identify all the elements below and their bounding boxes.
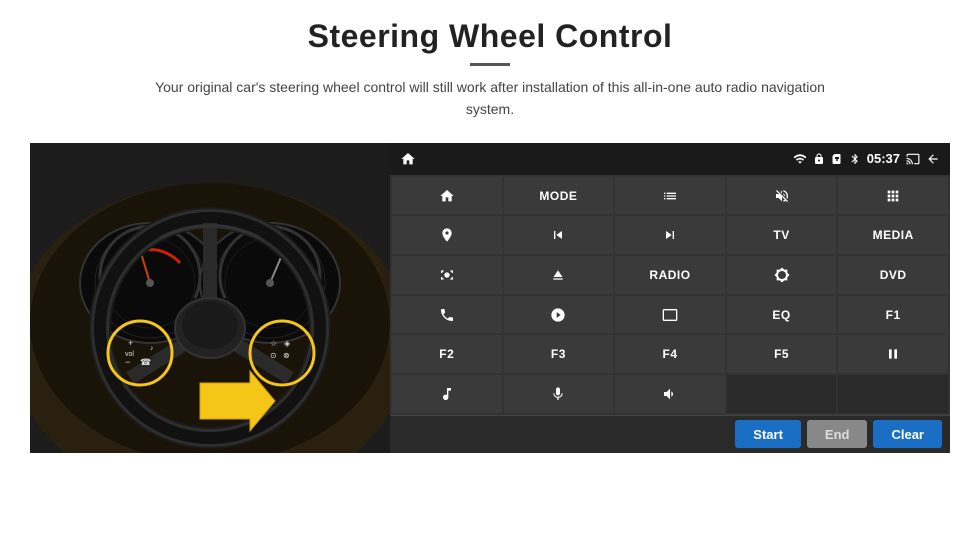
svg-text:−: − [125,357,130,367]
btn-nav2[interactable] [504,296,614,334]
btn-media[interactable]: MEDIA [838,216,948,254]
action-bar: Start End Clear [390,415,950,453]
home-status-icon [400,151,416,167]
status-bar-left [400,151,416,167]
bluetooth-icon [849,153,861,165]
btn-list[interactable] [615,177,725,215]
steering-wheel-image: + vol − ☎ ♪ ☆ ◈ ⊙ ⊗ [30,143,390,453]
back-icon [926,152,940,166]
status-bar: 05:37 [390,143,950,175]
lock-icon [813,153,825,165]
btn-dvd[interactable]: DVD [838,256,948,294]
btn-prev[interactable] [504,216,614,254]
start-button[interactable]: Start [735,420,801,448]
svg-text:☆: ☆ [270,339,277,348]
svg-text:+: + [128,338,133,348]
svg-text:⊙: ⊙ [270,351,277,360]
btn-mode[interactable]: MODE [504,177,614,215]
btn-f2[interactable]: F2 [392,335,502,373]
title-divider [470,63,510,66]
btn-screen[interactable] [615,296,725,334]
end-button[interactable]: End [807,420,868,448]
btn-volphone[interactable] [615,375,725,413]
svg-text:☎: ☎ [140,357,151,367]
btn-radio[interactable]: RADIO [615,256,725,294]
btn-cam360[interactable] [392,256,502,294]
btn-f3[interactable]: F3 [504,335,614,373]
btn-brightness[interactable] [727,256,837,294]
subtitle: Your original car's steering wheel contr… [140,76,840,121]
btn-empty1 [727,375,837,413]
btn-nav[interactable] [392,216,502,254]
btn-mic[interactable] [504,375,614,413]
content-row: + vol − ☎ ♪ ☆ ◈ ⊙ ⊗ [40,143,940,453]
btn-mute[interactable] [727,177,837,215]
title-section: Steering Wheel Control Your original car… [140,18,840,135]
btn-empty2 [838,375,948,413]
page-wrapper: Steering Wheel Control Your original car… [0,0,980,544]
btn-eq[interactable]: EQ [727,296,837,334]
btn-apps[interactable] [838,177,948,215]
btn-f5[interactable]: F5 [727,335,837,373]
control-panel: 05:37 MODE [390,143,950,453]
status-time: 05:37 [867,151,900,166]
svg-text:♪: ♪ [150,345,154,352]
svg-text:◈: ◈ [284,339,291,348]
btn-phone[interactable] [392,296,502,334]
btn-eject[interactable] [504,256,614,294]
wifi-icon [793,152,807,166]
btn-f1[interactable]: F1 [838,296,948,334]
status-bar-right: 05:37 [793,151,940,166]
btn-next[interactable] [615,216,725,254]
page-title: Steering Wheel Control [140,18,840,55]
svg-text:⊗: ⊗ [283,351,290,360]
btn-tv[interactable]: TV [727,216,837,254]
button-grid: MODE TV [390,175,950,415]
btn-music[interactable] [392,375,502,413]
btn-home[interactable] [392,177,502,215]
clear-button[interactable]: Clear [873,420,942,448]
btn-f4[interactable]: F4 [615,335,725,373]
sim-icon [831,153,843,165]
cast-icon [906,152,920,166]
btn-playpause[interactable] [838,335,948,373]
